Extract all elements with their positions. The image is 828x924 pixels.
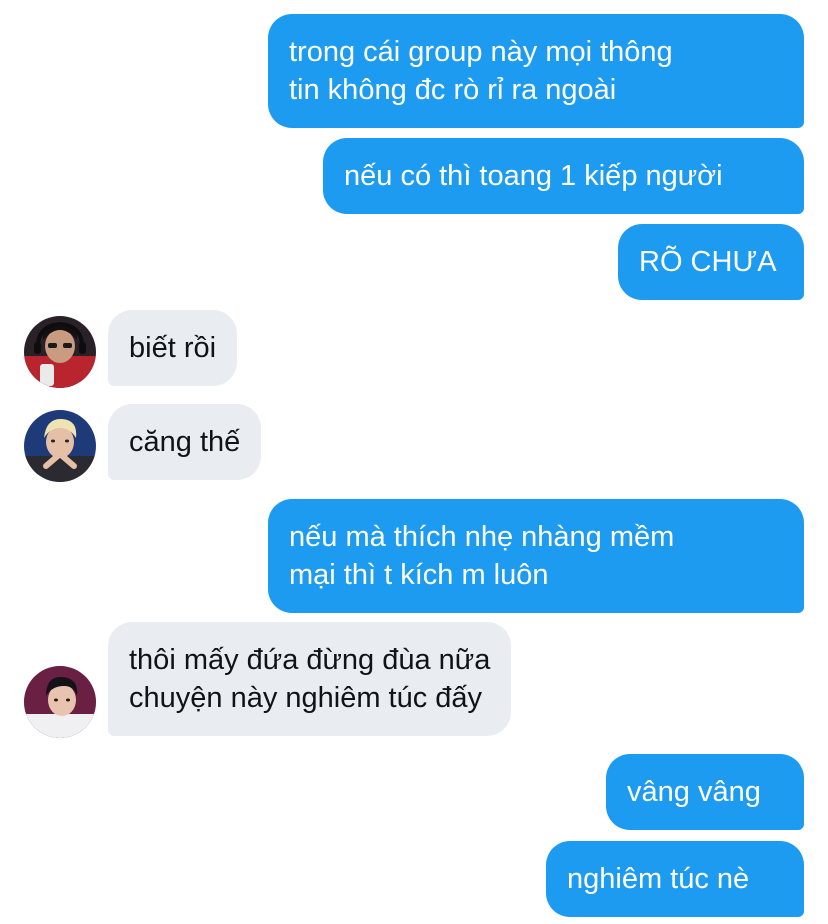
outgoing-message[interactable]: trong cái group này mọi thông tin không … <box>268 14 804 128</box>
outgoing-message[interactable]: vâng vâng <box>606 754 804 830</box>
outgoing-message[interactable]: nếu có thì toang 1 kiếp người <box>323 138 804 214</box>
incoming-message[interactable]: biết rồi <box>108 310 238 386</box>
avatar-person-dark-hair[interactable] <box>24 666 96 738</box>
incoming-message[interactable]: căng thế <box>108 404 262 480</box>
outgoing-message[interactable]: RÕ CHƯA <box>618 224 804 300</box>
outgoing-message[interactable]: nghiêm túc nè <box>546 841 804 917</box>
incoming-message[interactable]: thôi mấy đứa đừng đùa nữa chuyện này ngh… <box>108 622 512 736</box>
outgoing-message[interactable]: nếu mà thích nhẹ nhàng mềm mại thì t kíc… <box>268 499 804 613</box>
avatar-person-blonde[interactable] <box>24 410 96 482</box>
avatar-person-headset[interactable] <box>24 316 96 388</box>
